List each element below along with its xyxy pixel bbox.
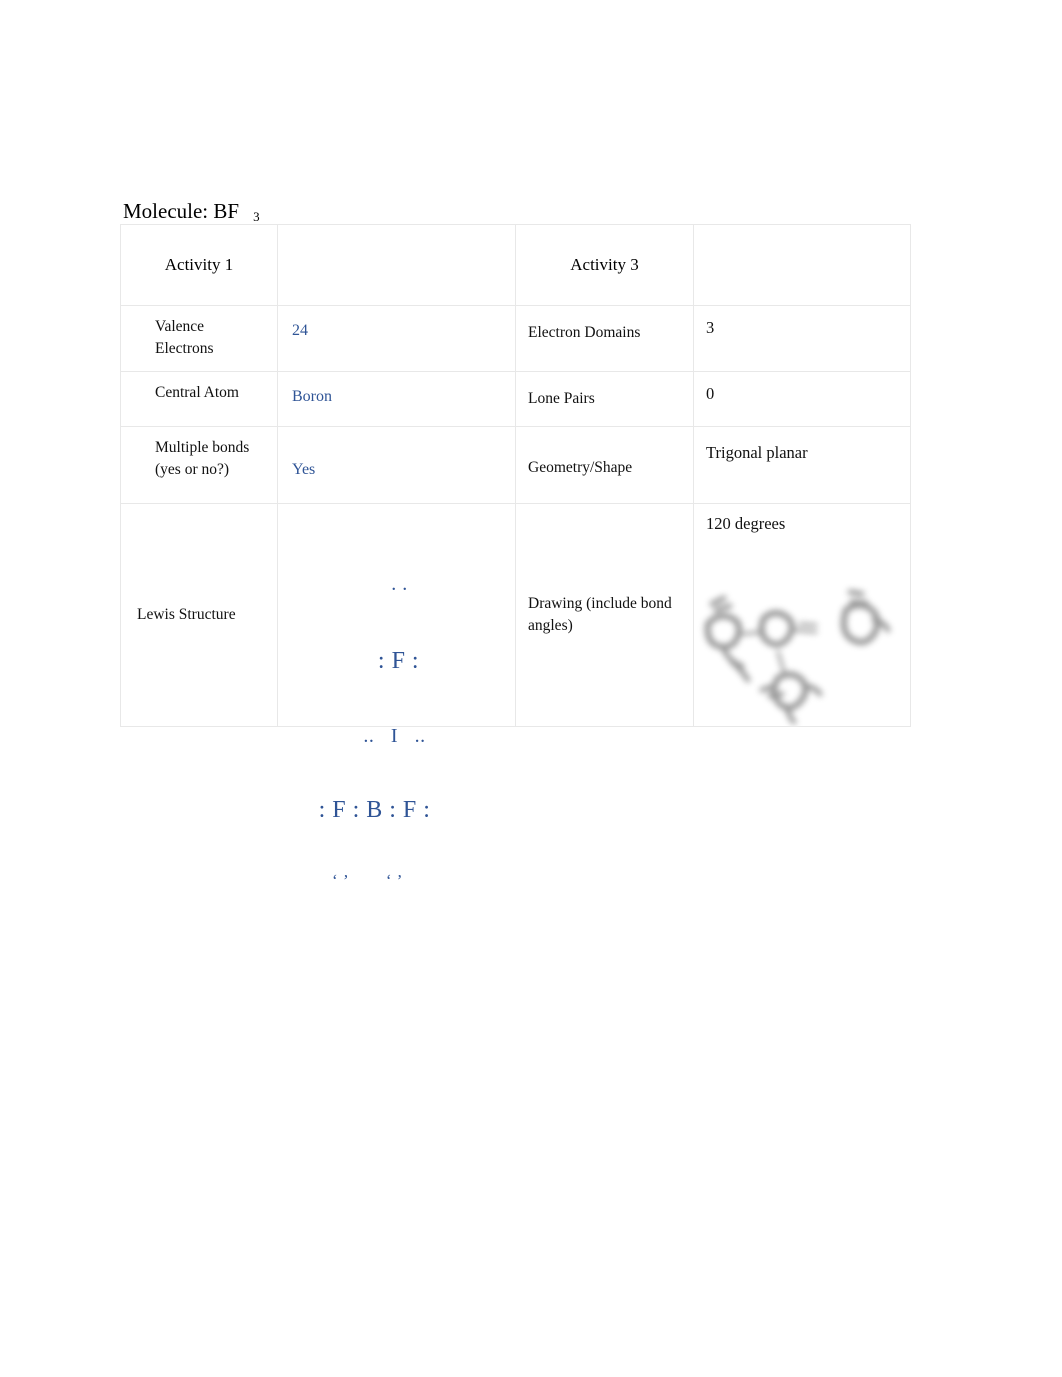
- cell-central-atom-value[interactable]: Boron: [277, 371, 516, 427]
- header-cell-activity1: Activity 1: [120, 224, 278, 306]
- cell-geometry-label: Geometry/Shape: [515, 426, 694, 504]
- header-cell-activity1-blank: [277, 224, 516, 306]
- value-valence-electrons: 24: [292, 322, 308, 339]
- header-activity1-blank: [278, 225, 515, 305]
- document-page: Molecule: BF 3 Activity 1 Activity 3 Vale…: [0, 0, 1062, 1377]
- cell-drawing-image[interactable]: 120 degrees: [693, 503, 911, 727]
- cell-valence-electrons-value[interactable]: 24: [277, 305, 516, 372]
- cell-lewis-structure-label: Lewis Structure: [120, 503, 278, 727]
- cell-valence-electrons-label: Valence Electrons: [120, 305, 278, 372]
- header-activity1-label: Activity 1: [164, 255, 234, 274]
- lewis-line-3: .. I ..: [363, 725, 426, 747]
- lewis-structure-diagram: . . : F : .. I .. : F : B : F : ‘ ’ ‘ ’: [278, 528, 515, 935]
- value-multiple-bonds: Yes: [292, 461, 316, 478]
- table-header-row: Activity 1 Activity 3: [120, 224, 911, 306]
- label-drawing-bond-angles: Drawing (include bond angles): [528, 595, 672, 634]
- value-geometry-shape: Trigonal planar: [706, 443, 808, 462]
- label-central-atom: Central Atom: [155, 384, 239, 401]
- label-lone-pairs: Lone Pairs: [528, 390, 595, 407]
- label-valence-electrons: Valence Electrons: [155, 318, 214, 357]
- value-lone-pairs: 0: [706, 384, 715, 403]
- label-lewis-structure: Lewis Structure: [137, 606, 236, 623]
- label-geometry-shape: Geometry/Shape: [528, 459, 633, 476]
- label-electron-domains: Electron Domains: [528, 324, 641, 341]
- value-bond-angle: 120 degrees: [706, 514, 786, 533]
- cell-geometry-value[interactable]: Trigonal planar: [693, 426, 911, 504]
- cell-electron-domains-label: Electron Domains: [515, 305, 694, 372]
- cell-lone-pairs-label: Lone Pairs: [515, 371, 694, 427]
- lewis-line-2: : F :: [377, 648, 420, 674]
- cell-multiple-bonds-label: Multiple bonds (yes or no?): [120, 426, 278, 504]
- table-row: Lewis Structure . . : F : .. I .. : F : …: [120, 503, 911, 889]
- cell-central-atom-label: Central Atom: [120, 371, 278, 427]
- cell-lone-pairs-value[interactable]: 0: [693, 371, 911, 427]
- lewis-line-5: ‘ ’ ‘ ’: [332, 871, 403, 890]
- table-row: Valence Electrons 24 Electron Domains 3: [120, 305, 911, 372]
- table-row: Multiple bonds (yes or no?) Yes Geometry…: [120, 426, 911, 504]
- cell-drawing-label: Drawing (include bond angles): [515, 503, 694, 727]
- cell-multiple-bonds-value[interactable]: Yes: [277, 426, 516, 504]
- value-electron-domains: 3: [706, 318, 715, 337]
- header-activity3-blank: [694, 225, 910, 305]
- table-row: Central Atom Boron Lone Pairs 0: [120, 371, 911, 427]
- header-activity3-label: Activity 3: [570, 255, 639, 274]
- molecule-worksheet-table: Activity 1 Activity 3 Valence Electrons …: [120, 224, 911, 889]
- page-title-text: Molecule: BF: [123, 199, 240, 223]
- lewis-line-1: . .: [391, 573, 408, 595]
- cell-electron-domains-value[interactable]: 3: [693, 305, 911, 372]
- header-cell-activity3: Activity 3: [515, 224, 694, 306]
- cell-lewis-structure-drawing[interactable]: . . : F : .. I .. : F : B : F : ‘ ’ ‘ ’: [277, 503, 516, 889]
- molecule-sketch-image: [704, 589, 891, 724]
- header-cell-activity3-blank: [693, 224, 911, 306]
- value-central-atom: Boron: [292, 388, 332, 405]
- label-multiple-bonds: Multiple bonds (yes or no?): [155, 439, 250, 478]
- page-title-subscript: 3: [253, 208, 260, 224]
- lewis-line-4: : F : B : F :: [318, 797, 431, 823]
